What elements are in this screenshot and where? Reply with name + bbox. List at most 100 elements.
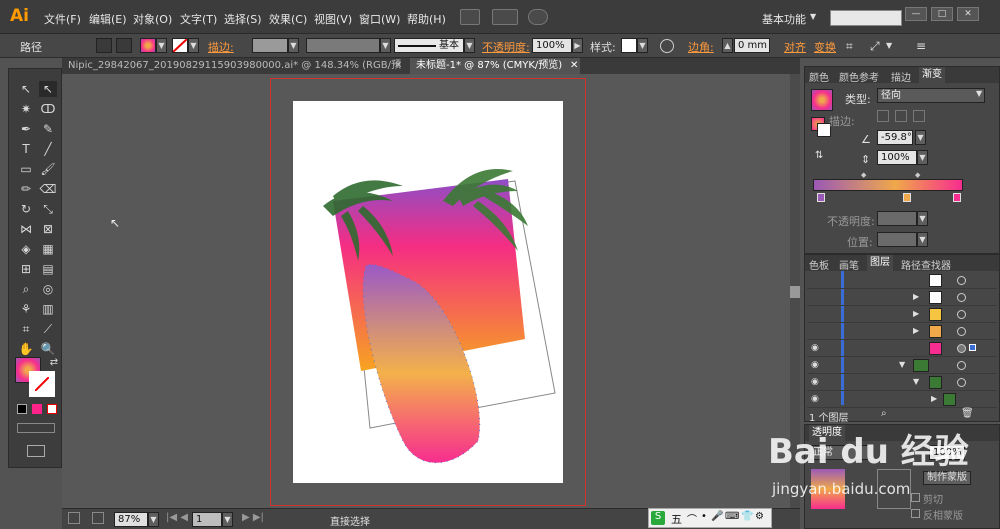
expand-icon[interactable]: ⤢ <box>870 39 880 54</box>
minimize-button[interactable]: — <box>905 7 927 21</box>
transform-link[interactable]: 变换 <box>814 39 836 55</box>
close-icon[interactable]: ✕ <box>570 58 578 74</box>
crop-icon[interactable]: ⌗ <box>846 39 853 54</box>
stop-location-dropdown[interactable]: ▼ <box>917 232 928 247</box>
close-icon[interactable]: ✕ <box>394 58 402 74</box>
corner-stepper[interactable]: ▲ <box>722 38 733 53</box>
swap-colors-icon[interactable]: ⇄ <box>45 355 63 371</box>
stroke-across-icon[interactable] <box>913 110 925 122</box>
gradient-tool-icon[interactable]: ▤ <box>39 261 57 277</box>
expand-arrow-icon[interactable]: ▶ <box>931 394 937 403</box>
invert-mask-checkbox[interactable] <box>911 509 920 518</box>
mesh-tool-icon[interactable]: ⊞ <box>17 261 35 277</box>
brush-style-field[interactable]: 基本 <box>394 38 464 53</box>
gradient-stop-end[interactable] <box>953 193 961 202</box>
settings-icon[interactable]: ⚙ <box>755 511 764 522</box>
mic-icon[interactable]: 🎤 <box>711 511 723 522</box>
layer-row[interactable]: ▶ <box>807 290 997 306</box>
tab-color-guide[interactable]: 颜色参考 <box>839 69 879 84</box>
target-icon[interactable] <box>957 310 966 319</box>
tab-nipic-document[interactable]: Nipic_29842067_20190829115903980000.ai* … <box>62 58 402 87</box>
menu-type[interactable]: 文字(T) <box>180 11 217 27</box>
menu-window[interactable]: 窗口(W) <box>359 11 400 27</box>
none-mode-icon[interactable] <box>47 404 57 414</box>
eye-icon[interactable]: ◉ <box>811 343 823 353</box>
artboard-number-field[interactable]: 1 <box>192 512 222 527</box>
draw-mode-icon[interactable] <box>17 423 55 433</box>
eye-icon[interactable]: ◉ <box>811 360 823 370</box>
free-transform-icon[interactable]: ⊠ <box>39 221 57 237</box>
corner-label[interactable]: 边角: <box>688 39 714 55</box>
scale-tool-icon[interactable]: ⤡ <box>39 201 57 217</box>
layer-row[interactable] <box>807 273 997 289</box>
arrange-docs-icon[interactable] <box>492 9 518 25</box>
align-link[interactable]: 对齐 <box>784 39 806 55</box>
selection-indicator[interactable] <box>969 344 976 351</box>
recolor-icon[interactable] <box>660 39 674 53</box>
menu-select[interactable]: 选择(S) <box>224 11 262 27</box>
eye-icon[interactable]: ◉ <box>811 377 823 387</box>
keyboard-icon[interactable]: ⌨ <box>725 511 739 522</box>
menu-effect[interactable]: 效果(C) <box>269 11 307 27</box>
variable-width-field[interactable] <box>306 38 380 53</box>
isolate-icon[interactable] <box>96 38 112 53</box>
first-artboard-icon[interactable]: |◀ ◀ <box>166 512 188 523</box>
line-tool-icon[interactable]: ╱ <box>39 141 57 157</box>
stop-opacity-field[interactable] <box>877 211 917 226</box>
curvature-tool-icon[interactable]: ✎ <box>39 121 57 137</box>
menu-edit[interactable]: 编辑(E) <box>89 11 127 27</box>
moon-icon[interactable]: ⌒ <box>687 511 697 526</box>
layer-row[interactable]: ◉ ▼ <box>807 375 997 391</box>
tab-layers[interactable]: 图层 <box>867 255 893 271</box>
gradient-mode-icon[interactable] <box>32 404 42 414</box>
gradient-type-select[interactable]: 径向 <box>877 88 985 103</box>
target-icon[interactable] <box>957 378 966 387</box>
menu-object[interactable]: 对象(O) <box>133 11 172 27</box>
tab-pathfinder[interactable]: 路径查找器 <box>901 257 951 272</box>
chevron-down-icon[interactable]: ▼ <box>886 41 892 50</box>
locate-object-icon[interactable]: ⌕ <box>881 408 887 419</box>
corner-field[interactable]: 0 mm <box>734 38 770 53</box>
gradient-preview[interactable] <box>811 89 833 111</box>
symbol-sprayer-icon[interactable]: ⚘ <box>17 301 35 317</box>
close-button[interactable]: ✕ <box>957 7 979 21</box>
opacity-field[interactable]: 100% <box>532 38 572 53</box>
graph-tool-icon[interactable]: ▥ <box>39 301 57 317</box>
variable-width-dropdown[interactable]: ▼ <box>380 38 391 53</box>
direct-selection-tool-icon[interactable]: ↖ <box>39 81 57 97</box>
target-icon[interactable] <box>957 327 966 336</box>
aspect-ratio-field[interactable]: 100% <box>877 150 917 165</box>
target-icon[interactable] <box>957 293 966 302</box>
stroke-color-box[interactable] <box>29 371 55 397</box>
stroke-weight-dropdown[interactable]: ▼ <box>288 38 299 53</box>
menu-help[interactable]: 帮助(H) <box>407 11 446 27</box>
clip-checkbox[interactable] <box>911 493 920 502</box>
expand-arrow-icon[interactable]: ▶ <box>913 309 919 318</box>
maximize-button[interactable]: □ <box>931 7 953 21</box>
ime-mode[interactable]: 五 <box>671 511 682 527</box>
rotate-tool-icon[interactable]: ↻ <box>17 201 35 217</box>
shape-builder-icon[interactable]: ◈ <box>17 241 35 257</box>
stroke-swatch[interactable] <box>172 38 188 53</box>
screen-mode-icon[interactable] <box>68 512 80 524</box>
chevron-down-icon[interactable]: ▼ <box>810 12 816 21</box>
graphic-style-swatch[interactable] <box>621 38 637 53</box>
expand-arrow-icon[interactable]: ▶ <box>913 292 919 301</box>
selection-tool-icon[interactable]: ↖ <box>17 81 35 97</box>
stroke-dropdown[interactable]: ▼ <box>188 38 199 53</box>
color-mode-icon[interactable] <box>17 404 27 414</box>
stroke-within-icon[interactable] <box>877 110 889 122</box>
layer-row[interactable]: ◉ ▶ <box>807 392 997 408</box>
collapse-arrow-icon[interactable]: ▼ <box>913 377 919 386</box>
menu-view[interactable]: 视图(V) <box>314 11 352 27</box>
angle-dropdown[interactable]: ▼ <box>915 130 926 145</box>
midpoint-marker[interactable]: ◆ <box>861 171 866 179</box>
trash-icon[interactable]: 🗑 <box>961 408 974 419</box>
stroke-label[interactable]: 描边: <box>208 39 234 55</box>
stop-opacity-dropdown[interactable]: ▼ <box>917 211 928 226</box>
type-tool-icon[interactable]: T <box>17 141 35 157</box>
paintbrush-icon[interactable]: 🖌 <box>39 161 57 177</box>
layer-row[interactable]: ▶ <box>807 324 997 340</box>
bridge-icon[interactable] <box>460 9 480 25</box>
pen-tool-icon[interactable]: ✒ <box>17 121 35 137</box>
